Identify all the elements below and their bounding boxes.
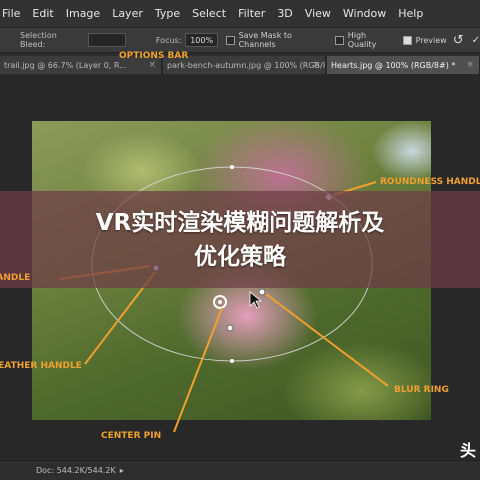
roundness-handle-callout: ROUNDNESS HANDLE	[380, 177, 480, 187]
save-mask-label: Save Mask to Channels	[238, 31, 292, 49]
document-tabs: trail.jpg @ 66.7% (Layer 0, R... × park-…	[0, 54, 480, 74]
cursor-icon	[249, 291, 263, 309]
save-mask-checkbox[interactable]	[225, 35, 235, 45]
banner-title-line-2: 优化策略	[194, 243, 286, 270]
feather-handle-right	[258, 288, 266, 296]
undo-icon[interactable]: ↺	[453, 33, 464, 48]
banner-title-line-1: VR实时渲染模糊问题解析及	[95, 209, 385, 236]
menu-view[interactable]: View	[299, 7, 337, 20]
preview-label: Preview	[415, 35, 447, 45]
menu-3d[interactable]: 3D	[271, 7, 298, 20]
close-icon[interactable]: ×	[466, 60, 474, 70]
ok-button[interactable]: ✓	[472, 35, 480, 46]
focus-label: Focus:	[155, 35, 182, 45]
menu-filter[interactable]: Filter	[232, 7, 271, 20]
status-menu-arrow-icon[interactable]: ▸	[120, 466, 124, 475]
tab-label: Hearts.jpg @ 100% (RGB/8#) *	[331, 60, 456, 70]
preview-checkbox[interactable]	[402, 35, 412, 45]
doc-size-info: Doc: 544.2K/544.2K	[36, 466, 116, 475]
center-pin-dot	[218, 300, 222, 304]
status-bar: Doc: 544.2K/544.2K ▸	[0, 460, 480, 480]
menu-window[interactable]: Window	[337, 7, 392, 20]
selection-bleed-field[interactable]	[87, 33, 126, 47]
blur-ring-callout: BLUR RING	[394, 385, 449, 395]
menu-file[interactable]: File	[0, 7, 26, 20]
tab-hearts[interactable]: Hearts.jpg @ 100% (RGB/8#) * ×	[327, 56, 480, 74]
high-quality-label: High Quality	[347, 31, 377, 49]
focus-input[interactable]: 100%	[185, 33, 218, 47]
close-icon[interactable]: ×	[312, 60, 320, 70]
feather-handle-callout: FEATHER HANDLE	[0, 361, 82, 371]
options-bar: Selection Bleed: Focus: 100% Save Mask t…	[0, 28, 480, 53]
watermark-logo: 头	[459, 441, 476, 460]
menu-type[interactable]: Type	[149, 7, 186, 20]
high-quality-checkbox[interactable]	[335, 35, 344, 45]
close-icon[interactable]: ×	[148, 60, 156, 70]
selection-bleed-label: Selection Bleed:	[20, 31, 57, 49]
menu-help[interactable]: Help	[392, 7, 429, 20]
blur-ring-callout-line	[265, 293, 389, 387]
menu-bar: File Edit Image Layer Type Select Filter…	[0, 0, 480, 28]
ring-handle-bottom	[230, 359, 234, 363]
menu-layer[interactable]: Layer	[106, 7, 149, 20]
options-bar-callout: OPTIONS BAR	[119, 51, 189, 61]
photoshop-window: File Edit Image Layer Type Select Filter…	[0, 0, 480, 480]
feather-handle-bottom	[226, 324, 234, 332]
ring-handle-top	[230, 165, 234, 169]
center-pin-callout: CENTER PIN	[101, 431, 162, 441]
tab-label: park-bench-autumn.jpg @ 100% (RGB/8...	[167, 60, 326, 70]
tab-label: trail.jpg @ 66.7% (Layer 0, R...	[4, 60, 127, 70]
fade-handle-callout: FADE HANDLE	[0, 273, 31, 283]
menu-edit[interactable]: Edit	[26, 7, 59, 20]
center-pin-callout-line	[173, 307, 223, 433]
title-banner: FADE HANDLE VR实时渲染模糊问题解析及 优化策略	[0, 191, 480, 288]
menu-image[interactable]: Image	[60, 7, 106, 20]
menu-select[interactable]: Select	[186, 7, 232, 20]
